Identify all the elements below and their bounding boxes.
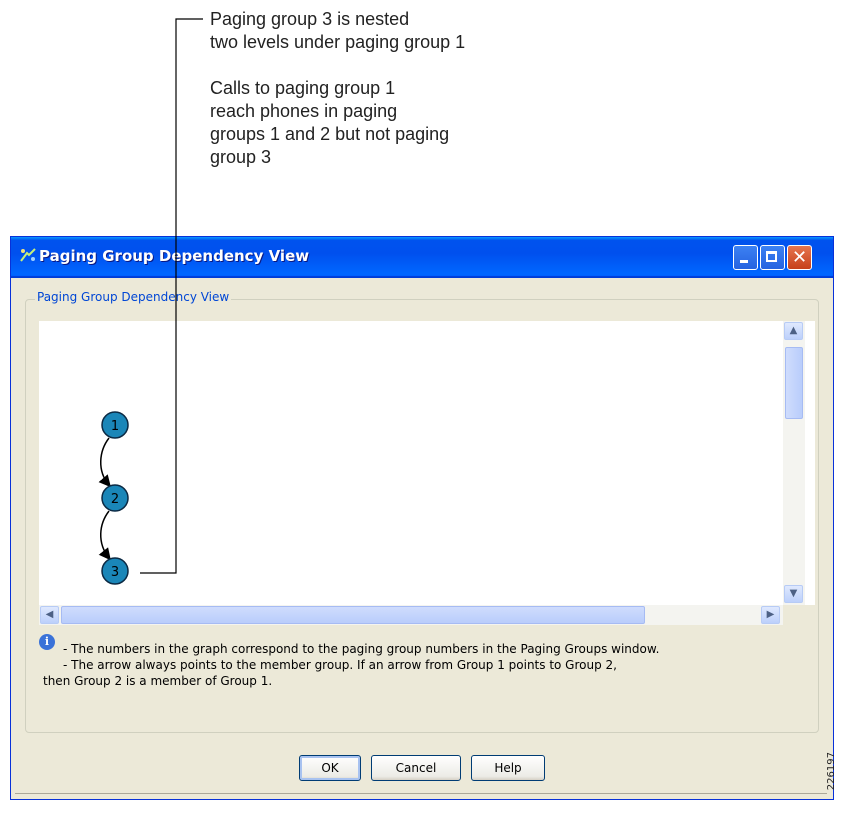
figure-id: 226197 (826, 752, 837, 791)
horizontal-scrollbar[interactable]: ◀ ▶ (39, 605, 783, 625)
note-line: - The arrow always points to the member … (63, 658, 617, 672)
scroll-left-icon[interactable]: ◀ (40, 606, 59, 624)
callout-line: Calls to paging group 1 (210, 78, 396, 98)
dependency-view-dialog: Paging Group Dependency View ✕ Paging Gr… (10, 236, 834, 800)
graph-node[interactable]: 3 (101, 557, 129, 585)
callout-annotation: Paging group 3 is nested two levels unde… (210, 8, 465, 169)
scroll-up-icon[interactable]: ▲ (784, 322, 803, 340)
horizontal-scroll-thumb[interactable] (61, 606, 645, 624)
dependency-graph[interactable]: 1 2 3 (39, 321, 815, 605)
vertical-scrollbar[interactable]: ▲ ▼ (783, 321, 805, 605)
cancel-button[interactable]: Cancel (371, 755, 461, 781)
callout-line: groups 1 and 2 but not paging (210, 124, 450, 144)
close-icon: ✕ (792, 247, 808, 268)
graph-node[interactable]: 2 (101, 484, 129, 512)
minimize-button[interactable] (733, 245, 758, 270)
help-button[interactable]: Help (471, 755, 545, 781)
node-label: 3 (111, 565, 119, 580)
status-bar (15, 793, 827, 800)
callout-line: two levels under paging group 1 (210, 32, 466, 52)
edge-1-2 (98, 437, 111, 488)
scroll-down-icon[interactable]: ▼ (784, 585, 803, 603)
info-note: - The numbers in the graph correspond to… (43, 641, 813, 689)
note-line: then Group 2 is a member of Group 1. (43, 674, 273, 688)
app-icon (20, 248, 36, 262)
ok-button[interactable]: OK (299, 755, 361, 781)
window-title: Paging Group Dependency View (39, 247, 310, 265)
callout-paragraph-2: Calls to paging group 1 reach phones in … (210, 77, 465, 169)
callout-line: group 3 (210, 147, 272, 167)
note-line: - The numbers in the graph correspond to… (63, 642, 660, 656)
graph-canvas: 1 2 3 (98, 411, 129, 585)
title-bar[interactable]: Paging Group Dependency View ✕ (11, 237, 833, 278)
minimize-icon (740, 260, 748, 263)
callout-paragraph-1: Paging group 3 is nested two levels unde… (210, 8, 465, 54)
edge-2-3 (98, 510, 111, 561)
graph-node[interactable]: 1 (101, 411, 129, 439)
callout-line: reach phones in paging (210, 101, 398, 121)
maximize-icon (766, 251, 777, 262)
maximize-button[interactable] (760, 245, 785, 270)
node-label: 2 (111, 492, 119, 507)
close-button[interactable]: ✕ (787, 245, 812, 270)
callout-line: Paging group 3 is nested (210, 9, 410, 29)
node-label: 1 (111, 419, 119, 434)
scroll-right-icon[interactable]: ▶ (761, 606, 780, 624)
vertical-scroll-thumb[interactable] (785, 347, 803, 419)
info-icon: i (39, 634, 55, 650)
group-box-legend: Paging Group Dependency View (35, 290, 232, 304)
scrollbar-corner (783, 605, 805, 625)
